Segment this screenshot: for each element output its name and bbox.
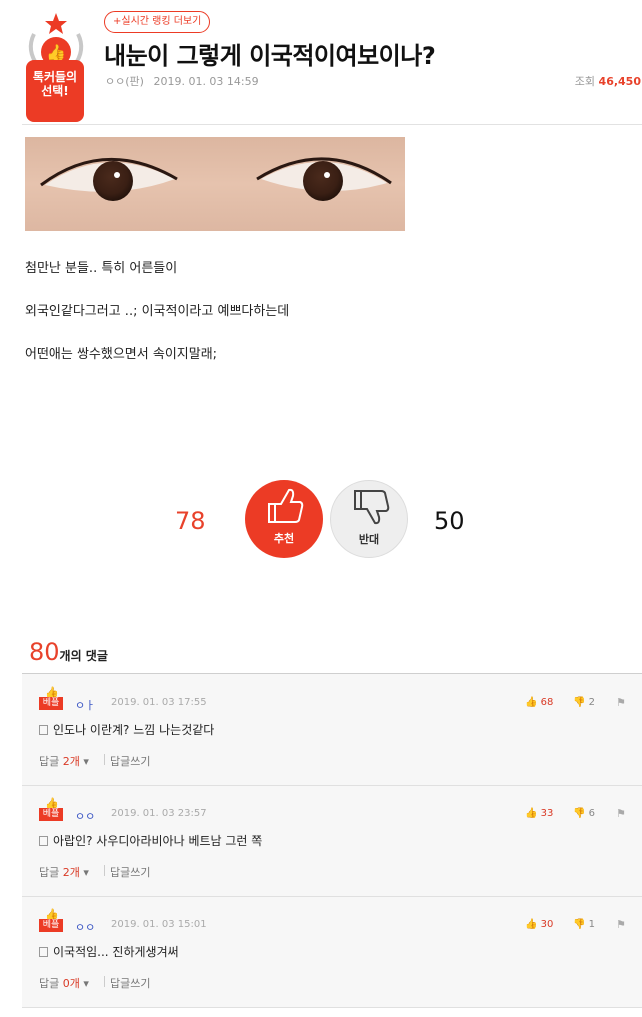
post-text-line: 첨만난 분들.. 특히 어른들이: [25, 261, 178, 276]
view-count: 조회 46,450: [574, 75, 641, 88]
page-title: 내눈이 그렇게 이국적이여보이나?: [104, 42, 436, 70]
post-text-line: 외국인같다그러고 ..; 이국적이라고 예쁘다하는데: [25, 304, 290, 319]
divider: [104, 865, 105, 876]
best-comment-badge: 👍 베플: [39, 686, 63, 710]
comment-like-button[interactable]: 👍 68: [525, 697, 553, 708]
post-author[interactable]: ㅇㅇ(판): [105, 75, 144, 88]
divider: [22, 124, 642, 125]
report-icon[interactable]: ⚑: [616, 918, 626, 931]
comment-text: 이국적임... 진하게생겨써: [39, 943, 179, 960]
upvote-label: 추천: [273, 532, 295, 545]
comment-dislike-button[interactable]: 👎 6: [573, 808, 595, 819]
best-comment-badge: 👍 베플: [39, 908, 63, 932]
downvote-count: 50: [434, 507, 465, 535]
chevron-down-icon: ▾: [83, 866, 89, 879]
replies-toggle[interactable]: 답글 2개 ▾: [39, 753, 89, 769]
downvote-button[interactable]: 반대: [330, 480, 408, 558]
replies-toggle[interactable]: 답글 2개 ▾: [39, 864, 89, 880]
replies-toggle[interactable]: 답글 0개 ▾: [39, 975, 89, 991]
comment-like-button[interactable]: 👍 33: [525, 808, 553, 819]
post-meta: ㅇㅇ(판) 2019. 01. 03 14:59: [105, 73, 259, 89]
document-icon: [39, 947, 48, 957]
badge-label: 톡커들의 선택!: [26, 60, 84, 122]
comment-text: 인도나 이란계? 느낌 나는것같다: [39, 721, 214, 738]
comment-date: 2019. 01. 03 23:57: [111, 808, 207, 819]
comment-dislike-button[interactable]: 👎 1: [573, 919, 595, 930]
comment-item: 👍 베플 ㅇㅇ 2019. 01. 03 15:01 👍 30 👎 1 ⚑ 이국…: [22, 896, 642, 1008]
comment-list: 👍 베플 ㅇㅏ 2019. 01. 03 17:55 👍 68 👎 2 ⚑ 인도…: [22, 673, 642, 1008]
document-icon: [39, 725, 48, 735]
comment-item: 👍 베플 ㅇㅇ 2019. 01. 03 23:57 👍 33 👎 6 ⚑ 아랍…: [22, 785, 642, 897]
thumbs-down-icon: [354, 490, 390, 525]
pick-badge: 👍 톡커들의 선택!: [20, 12, 92, 122]
document-icon: [39, 836, 48, 846]
comment-author[interactable]: ㅇㅏ: [75, 697, 95, 713]
best-comment-badge: 👍 베플: [39, 797, 63, 821]
downvote-label: 반대: [358, 533, 380, 546]
comment-author[interactable]: ㅇㅇ: [75, 808, 95, 824]
comment-dislike-button[interactable]: 👎 2: [573, 697, 595, 708]
comment-author[interactable]: ㅇㅇ: [75, 919, 95, 935]
comment-item: 👍 베플 ㅇㅏ 2019. 01. 03 17:55 👍 68 👎 2 ⚑ 인도…: [22, 674, 642, 786]
chevron-down-icon: ▾: [83, 755, 89, 768]
comment-text: 아랍인? 사우디아라비아나 베트남 그런 쪽: [39, 832, 262, 849]
write-reply-button[interactable]: 답글쓰기: [110, 975, 150, 991]
divider: [104, 754, 105, 765]
comment-date: 2019. 01. 03 15:01: [111, 919, 207, 930]
post-text-line: 어떤애는 쌍수했으면서 속이지말래;: [25, 347, 218, 362]
realtime-ranking-link[interactable]: +실시간 랭킹 더보기: [104, 11, 211, 33]
write-reply-button[interactable]: 답글쓰기: [110, 864, 150, 880]
report-icon[interactable]: ⚑: [616, 696, 626, 709]
upvote-button[interactable]: 추천: [245, 480, 323, 558]
chevron-down-icon: ▾: [83, 977, 89, 990]
write-reply-button[interactable]: 답글쓰기: [110, 753, 150, 769]
thumbs-up-icon: [268, 488, 304, 523]
report-icon[interactable]: ⚑: [616, 807, 626, 820]
divider: [104, 976, 105, 987]
post-image: [25, 137, 405, 231]
comments-header: 80개의 댓글: [29, 638, 108, 666]
comment-date: 2019. 01. 03 17:55: [111, 697, 207, 708]
comment-count: 80: [29, 638, 60, 666]
comment-like-button[interactable]: 👍 30: [525, 919, 553, 930]
upvote-count: 78: [175, 507, 206, 535]
post-date: 2019. 01. 03 14:59: [153, 75, 259, 88]
